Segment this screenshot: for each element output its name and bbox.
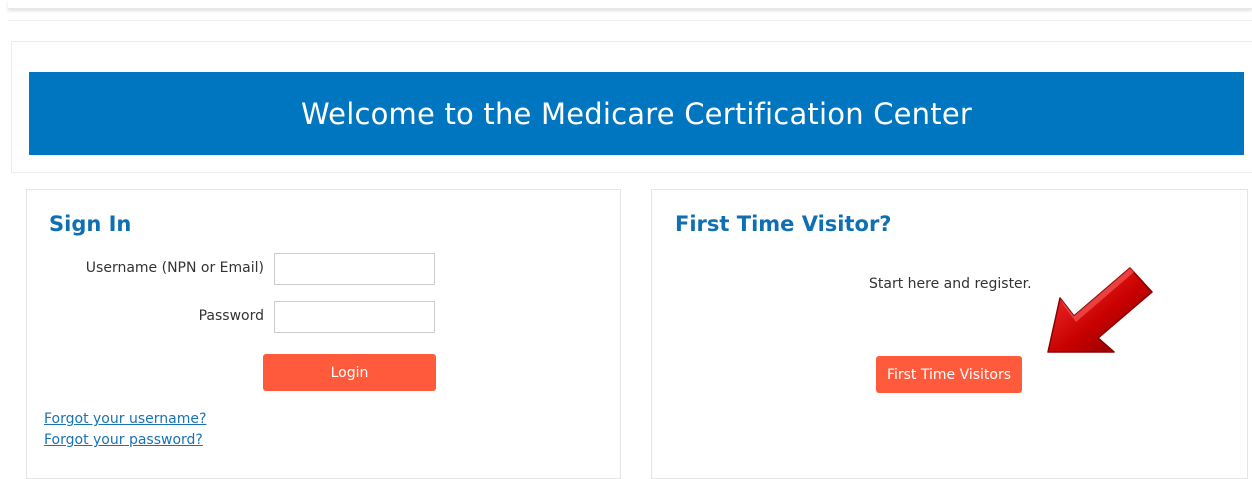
top-bar (8, 0, 1252, 9)
top-divider (8, 20, 1252, 21)
forgot-username-link[interactable]: Forgot your username? (44, 411, 206, 427)
red-arrow-icon (1047, 267, 1153, 353)
page-title: Welcome to the Medicare Certification Ce… (301, 96, 972, 131)
sign-in-title: Sign In (49, 212, 132, 236)
password-label: Password (198, 308, 264, 324)
username-input[interactable] (274, 253, 435, 285)
password-input[interactable] (274, 301, 435, 333)
register-intro-text: Start here and register. (869, 276, 1032, 292)
first-time-visitor-panel: First Time Visitor? Start here and regis… (651, 189, 1248, 479)
username-label: Username (NPN or Email) (85, 260, 264, 276)
sign-in-panel: Sign In Username (NPN or Email) Password… (26, 189, 621, 479)
first-time-visitors-button[interactable]: First Time Visitors (876, 356, 1022, 393)
forgot-password-link[interactable]: Forgot your password? (44, 432, 203, 448)
welcome-banner: Welcome to the Medicare Certification Ce… (29, 72, 1244, 155)
first-time-title: First Time Visitor? (675, 212, 892, 236)
login-button[interactable]: Login (263, 354, 436, 391)
